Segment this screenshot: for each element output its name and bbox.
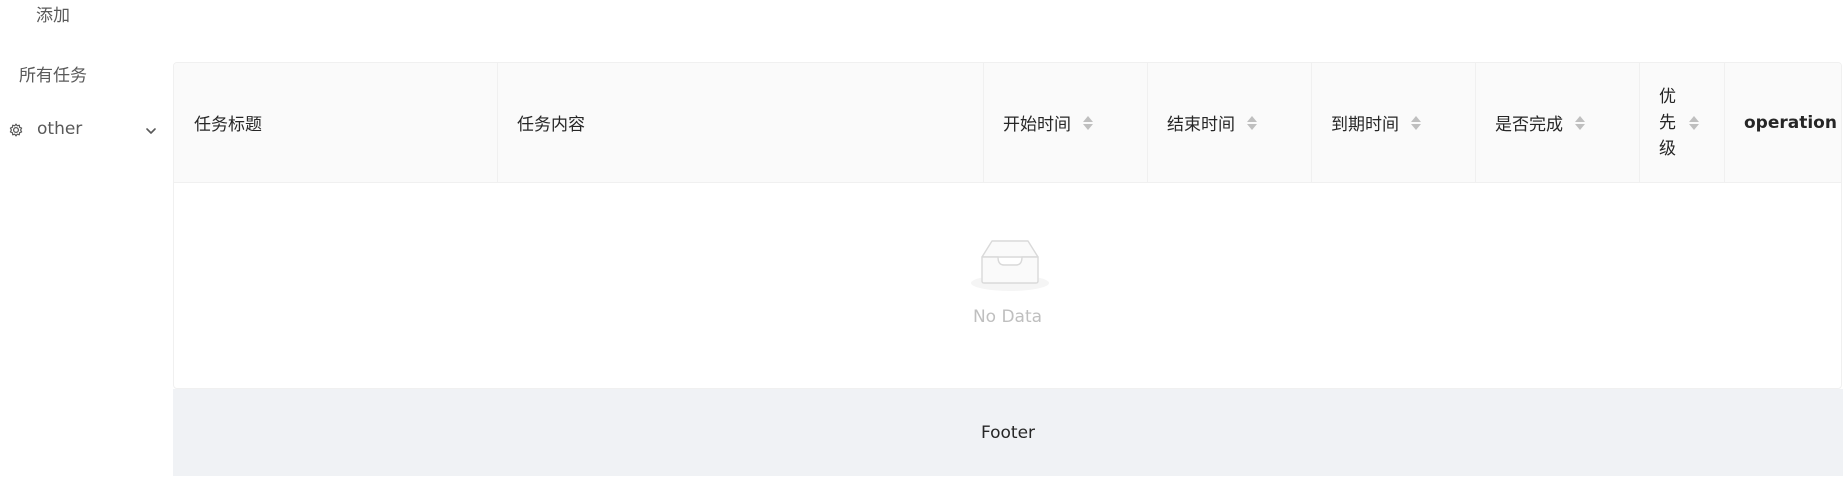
column-header-due-time[interactable]: 到期时间 (1311, 63, 1475, 182)
empty-inbox-icon (971, 240, 1049, 291)
column-title: 任务内容 (517, 115, 585, 135)
chevron-down-icon (146, 128, 156, 134)
footer-text: Footer (980, 422, 1036, 443)
column-header-priority[interactable]: 优先级 (1639, 63, 1724, 182)
sidebar-submenu-other[interactable]: other (0, 117, 173, 147)
main-content: 任务标题 任务内容 开始时间 结束时间 到期时间 是否完成 优先级 operat… (173, 62, 1843, 476)
sort-icon[interactable] (1575, 115, 1585, 130)
sort-icon[interactable] (1411, 115, 1421, 130)
sort-icon[interactable] (1083, 115, 1093, 130)
sort-icon[interactable] (1247, 115, 1257, 130)
column-title: 结束时间 (1167, 115, 1235, 135)
sort-icon[interactable] (1689, 115, 1699, 130)
column-title: 任务标题 (194, 115, 262, 135)
column-title: operation (1744, 112, 1837, 133)
sidebar-item-add[interactable]: 添加 (36, 1, 70, 26)
submenu-label: other (37, 119, 83, 139)
gear-icon (9, 123, 23, 137)
column-title: 开始时间 (1003, 115, 1071, 135)
footer: Footer (173, 389, 1843, 476)
column-header-end-time[interactable]: 结束时间 (1147, 63, 1311, 182)
sidebar: 添加 所有任务 other (0, 0, 173, 497)
column-header-operation: operation (1724, 63, 1842, 182)
empty-text: No Data (972, 307, 1043, 327)
empty-state: No Data (174, 183, 1841, 388)
sidebar-item-all-tasks[interactable]: 所有任务 (19, 61, 87, 86)
column-header-task-content: 任务内容 (497, 63, 983, 182)
column-header-start-time[interactable]: 开始时间 (983, 63, 1147, 182)
column-title: 是否完成 (1495, 115, 1563, 135)
column-title: 到期时间 (1331, 115, 1399, 135)
column-header-completed[interactable]: 是否完成 (1475, 63, 1639, 182)
table-header: 任务标题 任务内容 开始时间 结束时间 到期时间 是否完成 优先级 operat… (174, 63, 1841, 183)
task-table: 任务标题 任务内容 开始时间 结束时间 到期时间 是否完成 优先级 operat… (173, 62, 1842, 389)
column-header-task-title: 任务标题 (174, 63, 497, 182)
column-title: 优先级 (1659, 86, 1676, 159)
